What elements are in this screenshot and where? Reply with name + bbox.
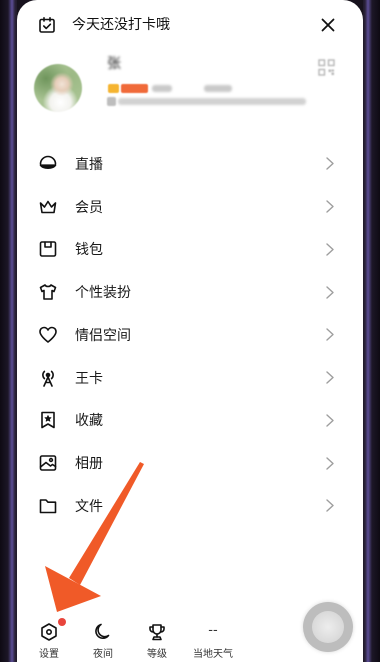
weather-label: 当地天气 (193, 649, 233, 660)
menu-item-label: 情侣空间 (75, 327, 131, 344)
floating-assistive-button[interactable] (303, 602, 353, 652)
menu-item-couple-space[interactable]: 情侣空间 (17, 314, 363, 357)
night-mode-button[interactable]: 夜间 (78, 620, 128, 662)
wallet-icon (39, 241, 57, 258)
antenna-icon (42, 370, 54, 387)
menu-item-wallet[interactable]: 钱包 (17, 228, 363, 271)
chevron-right-icon (326, 157, 334, 171)
menu-item-label: 王卡 (75, 370, 103, 387)
blurred-status-text (152, 85, 172, 92)
menu-item-label: 相册 (75, 456, 103, 473)
moon-icon (95, 623, 110, 640)
crown-icon (39, 200, 57, 214)
phone-bezel-right (363, 0, 380, 662)
menu-item-files[interactable]: 文件 (17, 485, 363, 528)
folder-icon (39, 499, 57, 514)
calendar-check-icon[interactable] (38, 16, 56, 34)
avatar[interactable] (34, 64, 82, 112)
floating-button-core (312, 611, 344, 643)
chevron-right-icon (326, 371, 334, 384)
menu-item-label: 钱包 (75, 242, 103, 259)
menu-item-vip[interactable]: 会员 (17, 185, 363, 228)
chevron-right-icon (326, 286, 334, 299)
menu-item-favorites[interactable]: 收藏 (17, 399, 363, 442)
side-menu: 直播 会员 钱包 个性装扮 情侣空间 王卡 收藏 相册 文件 (17, 143, 363, 528)
blurred-signature[interactable] (118, 98, 306, 105)
chevron-right-icon (326, 499, 334, 513)
phone-bezel-left (0, 0, 17, 662)
level-button[interactable]: 等级 (132, 620, 182, 662)
menu-item-live[interactable]: 直播 (17, 143, 363, 186)
settings-label: 设置 (39, 649, 59, 660)
menu-item-label: 直播 (75, 156, 103, 173)
settings-button[interactable]: 设置 (24, 620, 74, 662)
level-label: 等级 (147, 649, 167, 660)
chevron-right-icon (326, 200, 334, 213)
bookmark-star-icon (41, 412, 55, 429)
photo-album-icon (39, 455, 57, 472)
menu-item-label: 个性装扮 (75, 285, 131, 302)
side-drawer: 今天还没打卡哦 张 直播 会员 钱包 个性装扮 情侣空间 王卡 收藏 相册 文件… (17, 0, 363, 662)
live-icon (39, 155, 57, 169)
qr-code-icon[interactable] (318, 59, 335, 76)
notification-dot (58, 618, 66, 626)
close-icon[interactable] (321, 18, 335, 32)
trophy-icon (149, 624, 165, 641)
heart-icon (39, 326, 57, 343)
menu-item-album[interactable]: 相册 (17, 442, 363, 485)
vip-badge (108, 84, 119, 93)
menu-item-label: 文件 (75, 498, 103, 515)
blurred-status-text (204, 85, 232, 92)
profile-name[interactable]: 张 (107, 55, 121, 73)
weather-value: -- (208, 623, 218, 638)
menu-item-personalize[interactable]: 个性装扮 (17, 271, 363, 314)
menu-item-label: 收藏 (75, 413, 103, 430)
menu-item-king-card[interactable]: 王卡 (17, 356, 363, 399)
night-mode-label: 夜间 (93, 649, 113, 660)
chevron-right-icon (326, 328, 334, 342)
chevron-right-icon (326, 457, 334, 470)
level-badge (121, 84, 148, 93)
chevron-right-icon (326, 243, 334, 256)
checkin-text[interactable]: 今天还没打卡哦 (72, 16, 170, 34)
chevron-right-icon (326, 414, 334, 427)
settings-icon (41, 623, 57, 641)
signature-icon (107, 97, 116, 106)
tshirt-icon (39, 284, 57, 301)
menu-item-label: 会员 (75, 199, 103, 216)
weather-button[interactable]: -- 当地天气 (188, 620, 238, 662)
